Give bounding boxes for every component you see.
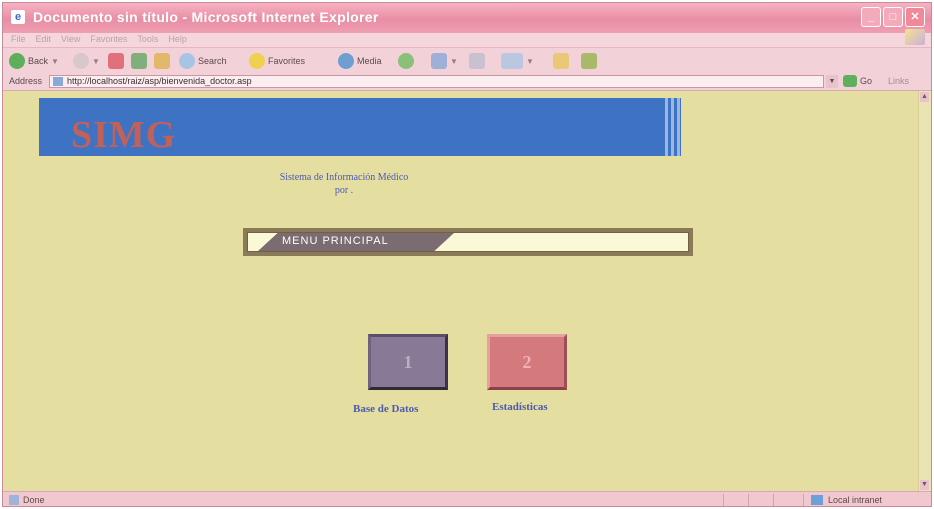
system-author: por . [334, 185, 354, 196]
banner-stripe [677, 98, 680, 156]
menu-bar: File Edit View Favorites Tools Help [3, 29, 931, 47]
tile-number: 2 [522, 351, 532, 372]
vertical-scrollbar[interactable]: ▲ ▼ [918, 91, 931, 491]
stop-icon [108, 53, 124, 69]
chevron-down-icon: ▼ [51, 56, 59, 66]
menu-file[interactable]: File [11, 34, 26, 44]
go-arrow-icon [843, 75, 857, 87]
menu-tools[interactable]: Tools [137, 34, 158, 44]
page-icon [53, 77, 63, 86]
window-title: Documento sin título - Microsoft Interne… [33, 9, 379, 25]
main-menu-inner: MENU PRINCIPAL [247, 232, 689, 252]
database-link[interactable]: Base de Datos [353, 403, 418, 415]
maximize-button[interactable]: □ [883, 7, 903, 27]
status-divider [803, 494, 804, 506]
messenger-button[interactable] [581, 52, 597, 70]
page-done-icon [9, 495, 19, 505]
folder-icon [553, 53, 569, 69]
edit-button[interactable]: ▼ [501, 52, 534, 70]
status-text: Done [23, 495, 45, 505]
status-divider [773, 494, 774, 506]
search-button[interactable]: Search [179, 52, 227, 70]
mail-icon [431, 53, 447, 69]
history-button[interactable] [398, 52, 414, 70]
simg-logo: SIMG [71, 114, 177, 156]
address-url: http://localhost/raiz/asp/bienvenida_doc… [67, 76, 252, 86]
forward-button[interactable]: ▼ [73, 52, 100, 70]
edit-icon [501, 53, 523, 69]
chevron-down-icon: ▼ [450, 56, 458, 66]
toolbar: Back ▼ ▼ Search Favorites Media ▼ ▼ [3, 47, 931, 75]
scroll-down-icon[interactable]: ▼ [920, 480, 929, 490]
status-bar: Done Local intranet [3, 491, 931, 506]
banner-stripe [671, 98, 674, 156]
history-icon [398, 53, 414, 69]
system-title: Sistema de Información Médico [279, 172, 409, 183]
security-zone: Local intranet [828, 495, 883, 505]
folder-button[interactable] [553, 52, 569, 70]
intranet-icon [811, 495, 823, 505]
close-button[interactable]: ✕ [905, 7, 925, 27]
go-label: Go [860, 76, 873, 86]
stop-button[interactable] [108, 52, 124, 70]
windows-logo-icon [905, 29, 925, 45]
menu-favorites[interactable]: Favorites [90, 34, 127, 44]
tile-number: 1 [403, 351, 413, 372]
title-bar: e Documento sin título - Microsoft Inter… [3, 3, 931, 33]
print-icon [469, 53, 485, 69]
statistics-link[interactable]: Estadísticas [492, 401, 548, 413]
search-label: Search [198, 56, 227, 66]
go-button[interactable]: Go [843, 75, 872, 87]
forward-arrow-icon [73, 53, 89, 69]
address-dropdown[interactable]: ▼ [826, 75, 838, 88]
messenger-icon [581, 53, 597, 69]
star-icon [249, 53, 265, 69]
search-icon [179, 53, 195, 69]
ie-icon: e [11, 10, 25, 24]
chevron-down-icon: ▼ [92, 56, 100, 66]
banner-stripe [665, 98, 668, 156]
media-icon [338, 53, 354, 69]
links-button[interactable]: Links [888, 76, 909, 86]
back-arrow-icon [9, 53, 25, 69]
refresh-button[interactable] [131, 52, 147, 70]
refresh-icon [131, 53, 147, 69]
chevron-down-icon: ▼ [526, 56, 534, 66]
scroll-up-icon[interactable]: ▲ [920, 92, 929, 102]
favorites-label: Favorites [268, 56, 306, 66]
favorites-button[interactable]: Favorites [249, 52, 305, 70]
database-tile-button[interactable]: 1 [368, 334, 448, 390]
mail-button[interactable]: ▼ [431, 52, 458, 70]
window-controls: _ □ ✕ [861, 7, 925, 27]
status-divider [748, 494, 749, 506]
page-content: SIMG Sistema de Información Médico por .… [3, 91, 921, 491]
header-banner: SIMG [39, 98, 681, 156]
menu-view[interactable]: View [61, 34, 80, 44]
system-subtitle: Sistema de Información Médico por . [233, 171, 455, 197]
menu-edit[interactable]: Edit [36, 34, 52, 44]
home-button[interactable] [154, 52, 170, 70]
home-icon [154, 53, 170, 69]
address-bar: Address http://localhost/raiz/asp/bienve… [3, 74, 931, 91]
browser-window: e Documento sin título - Microsoft Inter… [2, 2, 932, 507]
media-label: Media [357, 56, 382, 66]
print-button[interactable] [469, 52, 485, 70]
status-divider [723, 494, 724, 506]
address-label: Address [9, 76, 43, 86]
media-button[interactable]: Media [338, 52, 382, 70]
address-input[interactable]: http://localhost/raiz/asp/bienvenida_doc… [49, 75, 824, 88]
menu-help[interactable]: Help [168, 34, 187, 44]
back-button[interactable]: Back ▼ [9, 52, 59, 70]
main-menu-bar: MENU PRINCIPAL [243, 228, 693, 256]
minimize-button[interactable]: _ [861, 7, 881, 27]
menu-title: MENU PRINCIPAL [282, 235, 389, 247]
back-label: Back [28, 56, 49, 66]
statistics-tile-button[interactable]: 2 [487, 334, 567, 390]
